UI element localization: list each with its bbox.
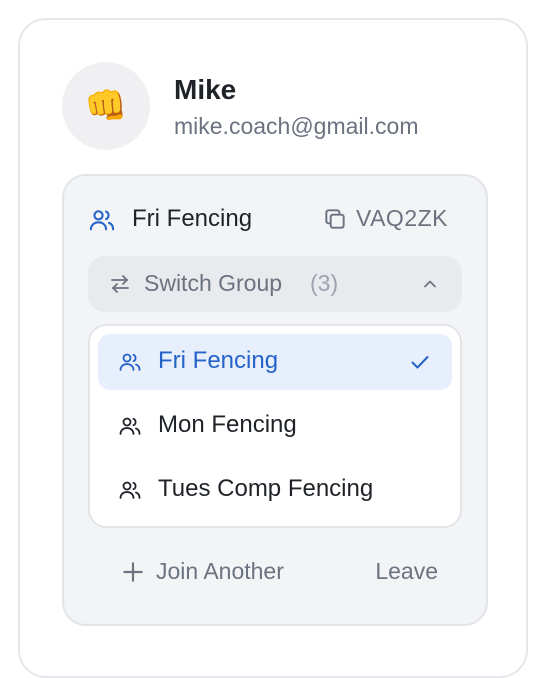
switch-group-toggle[interactable]: Switch Group (3) [88,256,462,312]
check-icon [411,356,429,369]
current-group-name: Fri Fencing [132,205,253,232]
users-icon [119,417,141,435]
join-another-label: Join Another [156,558,284,584]
group-dropdown: Fri Fencing Mon Fencing Tues Comp Fencin… [88,324,462,528]
group-option-label: Tues Comp Fencing [158,475,374,502]
group-option-label: Mon Fencing [158,411,297,438]
group-count: (3) [310,270,339,296]
user-email: mike.coach@gmail.com [174,113,419,139]
group-option-fri-fencing[interactable]: Fri Fencing [98,334,452,390]
user-name: Mike [174,74,237,105]
switch-group-label: Switch Group [144,270,283,296]
users-icon [119,353,141,371]
group-option-label: Fri Fencing [158,347,279,374]
copy-code-button[interactable]: VAQ2ZK [322,205,448,232]
join-another-button[interactable]: Join Another [120,558,284,585]
users-icon [89,210,115,231]
avatar: 👊 [62,62,150,150]
users-icon [119,481,141,499]
group-panel: Fri Fencing VAQ2ZK Switch Group (3) Fri … [62,174,488,626]
avatar-emoji: 👊 [84,87,128,125]
group-code: VAQ2ZK [355,205,448,231]
plus-icon [123,561,143,582]
group-option-tues-comp-fencing[interactable]: Tues Comp Fencing [98,462,452,518]
arrows-swap-icon [111,275,129,293]
group-option-mon-fencing[interactable]: Mon Fencing [98,398,452,454]
chevron-up-icon [424,280,436,288]
leave-button[interactable]: Leave [375,558,438,585]
copy-icon [325,208,345,229]
profile-card: 👊 Mike mike.coach@gmail.com Fri Fencing … [18,18,528,678]
